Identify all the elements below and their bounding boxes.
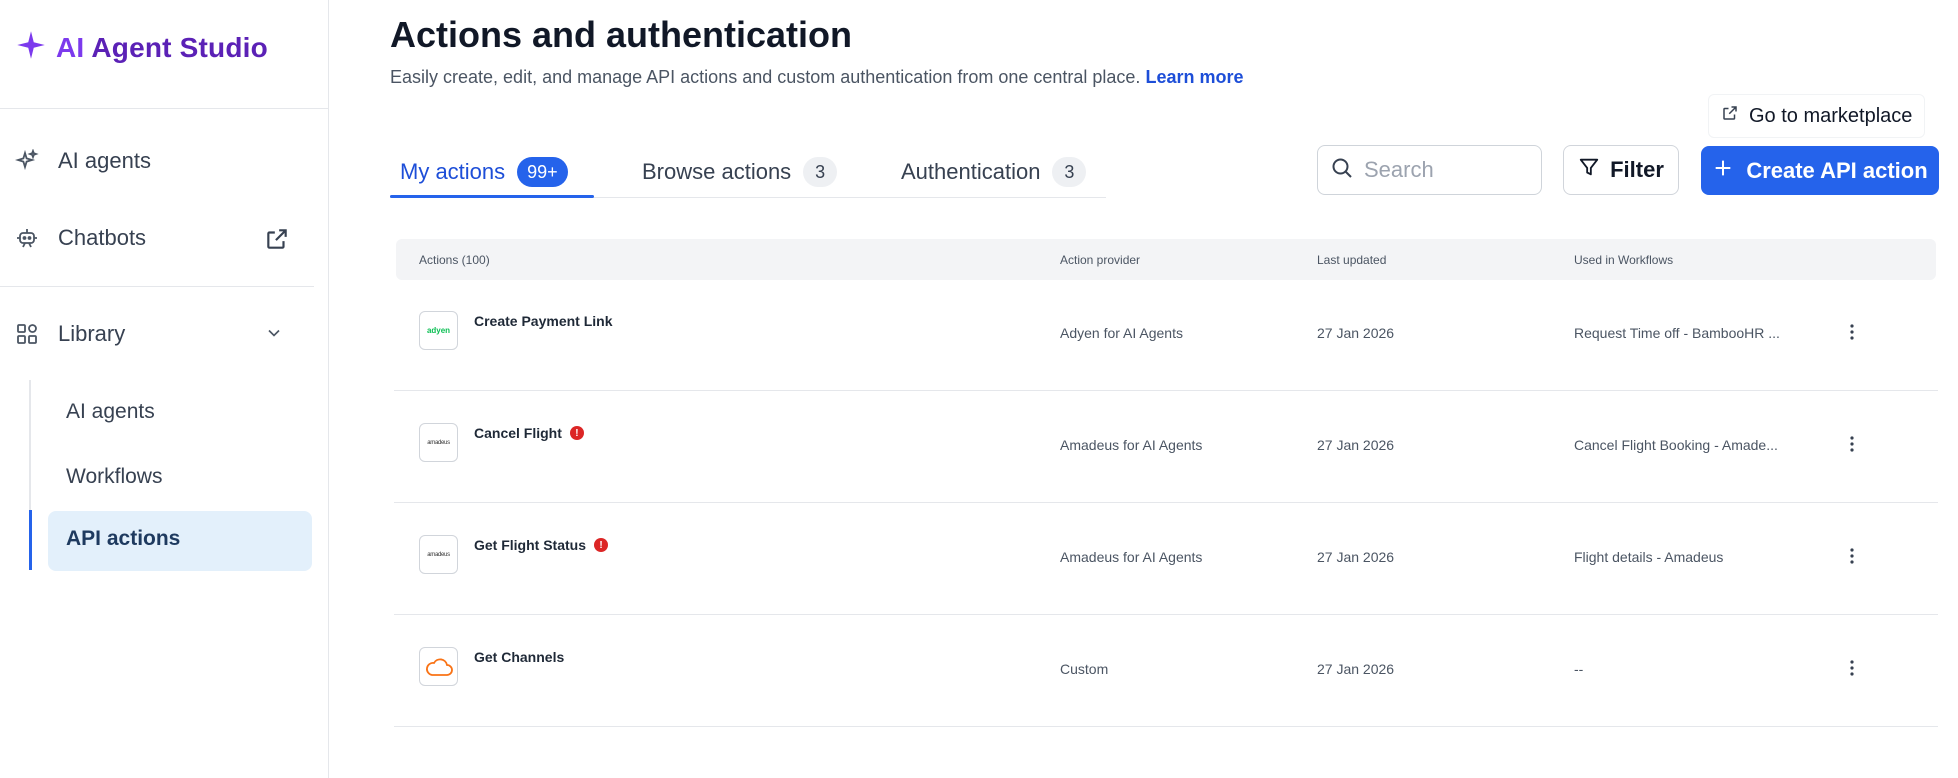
column-header-actions[interactable]: Actions (100) xyxy=(419,253,490,267)
sidebar-item-ai-agents[interactable]: AI agents xyxy=(14,148,151,174)
sidebar-subitem-workflows[interactable]: Workflows xyxy=(66,465,162,489)
search-icon xyxy=(1330,156,1354,185)
action-name[interactable]: Get Channels xyxy=(474,649,564,665)
action-name[interactable]: Cancel Flight! xyxy=(474,425,584,441)
table-row[interactable]: amadeus Cancel Flight! Amadeus for AI Ag… xyxy=(394,391,1938,503)
page-title: Actions and authentication xyxy=(390,14,853,55)
table-row[interactable]: Get Channels Custom 27 Jan 2026 -- xyxy=(394,615,1938,727)
column-header-last-updated[interactable]: Last updated xyxy=(1317,253,1386,267)
sidebar: AI Agent Studio AI agents Chatbots Libra… xyxy=(0,0,329,778)
sidebar-item-label: Chatbots xyxy=(58,225,147,250)
tab-label: Authentication xyxy=(901,159,1041,184)
tab-bar: My actions 99+ Browse actions 3 Authenti… xyxy=(390,150,1106,198)
create-api-action-button[interactable]: Create API action xyxy=(1701,146,1939,195)
go-to-marketplace-button[interactable]: Go to marketplace xyxy=(1708,94,1926,138)
last-updated: 27 Jan 2026 xyxy=(1317,549,1395,565)
sidebar-item-library[interactable]: Library xyxy=(14,321,125,347)
used-in-workflows[interactable]: Flight details - Amadeus xyxy=(1574,549,1723,565)
used-in-workflows[interactable]: Request Time off - BambooHR ... xyxy=(1574,325,1780,341)
go-to-marketplace-label: Go to marketplace xyxy=(1749,104,1913,127)
brand-name: AI Agent Studio xyxy=(56,31,268,63)
search-box[interactable] xyxy=(1317,145,1542,195)
tab-count-badge: 3 xyxy=(1052,157,1087,187)
action-provider: Amadeus for AI Agents xyxy=(1060,437,1203,453)
cloud-icon xyxy=(419,647,458,686)
column-header-provider[interactable]: Action provider xyxy=(1060,253,1140,267)
sparkle-icon xyxy=(14,148,40,174)
last-updated: 27 Jan 2026 xyxy=(1317,437,1395,453)
create-api-action-label: Create API action xyxy=(1746,157,1928,183)
table-row[interactable]: adyen Create Payment Link Adyen for AI A… xyxy=(394,279,1938,391)
action-name[interactable]: Create Payment Link xyxy=(474,313,613,329)
sparkle-logo-icon xyxy=(16,30,46,65)
page-subtitle: Easily create, edit, and manage API acti… xyxy=(390,67,1244,87)
tab-label: Browse actions xyxy=(642,159,792,184)
action-provider: Custom xyxy=(1060,661,1109,677)
divider xyxy=(0,286,314,287)
learn-more-link[interactable]: Learn more xyxy=(1145,67,1243,87)
tab-count-badge: 99+ xyxy=(517,157,568,187)
edit-external-icon xyxy=(1721,104,1739,128)
filter-button[interactable]: Filter xyxy=(1563,145,1679,195)
tab-browse-actions[interactable]: Browse actions 3 xyxy=(642,152,838,192)
warning-icon: ! xyxy=(594,538,608,552)
filter-label: Filter xyxy=(1610,157,1664,182)
adyen-logo: adyen xyxy=(419,311,458,350)
active-tab-underline xyxy=(390,195,594,198)
table-header: Actions (100) Action provider Last updat… xyxy=(396,239,1936,280)
column-header-used-in-workflows[interactable]: Used in Workflows xyxy=(1574,253,1673,267)
table-row[interactable]: amadeus Get Flight Status! Amadeus for A… xyxy=(394,503,1938,615)
tab-label: My actions xyxy=(400,159,506,184)
sidebar-subitem-ai-agents[interactable]: AI agents xyxy=(66,400,155,424)
chevron-down-icon[interactable] xyxy=(264,323,284,348)
brand[interactable]: AI Agent Studio xyxy=(16,30,268,65)
active-indicator xyxy=(29,510,32,570)
sidebar-item-chatbots[interactable]: Chatbots xyxy=(14,225,146,251)
used-in-workflows: -- xyxy=(1574,661,1584,677)
sidebar-subitem-label: API actions xyxy=(66,527,181,550)
action-provider: Adyen for AI Agents xyxy=(1060,325,1183,341)
action-provider: Amadeus for AI Agents xyxy=(1060,549,1203,565)
used-in-workflows[interactable]: Cancel Flight Booking - Amade... xyxy=(1574,437,1778,453)
last-updated: 27 Jan 2026 xyxy=(1317,661,1395,677)
last-updated: 27 Jan 2026 xyxy=(1317,325,1395,341)
row-menu-kebab-icon[interactable] xyxy=(1842,543,1862,569)
warning-icon: ! xyxy=(569,426,584,440)
row-menu-kebab-icon[interactable] xyxy=(1842,655,1862,681)
external-link-icon[interactable] xyxy=(264,226,290,257)
amadeus-logo: amadeus xyxy=(419,535,458,574)
row-menu-kebab-icon[interactable] xyxy=(1842,319,1862,345)
search-input[interactable] xyxy=(1364,157,1514,183)
sidebar-item-label: Library xyxy=(58,321,126,346)
filter-icon xyxy=(1578,156,1600,184)
row-menu-kebab-icon[interactable] xyxy=(1842,431,1862,457)
plus-icon xyxy=(1712,157,1734,185)
tab-authentication[interactable]: Authentication 3 xyxy=(901,152,1087,192)
sidebar-item-label: AI agents xyxy=(58,148,151,173)
amadeus-logo: amadeus xyxy=(419,423,458,462)
library-icon xyxy=(14,321,40,347)
divider xyxy=(0,108,329,109)
tab-my-actions[interactable]: My actions 99+ xyxy=(400,152,568,192)
chatbot-icon xyxy=(14,225,40,251)
action-name[interactable]: Get Flight Status! xyxy=(474,537,608,553)
tab-count-badge: 3 xyxy=(803,157,838,187)
